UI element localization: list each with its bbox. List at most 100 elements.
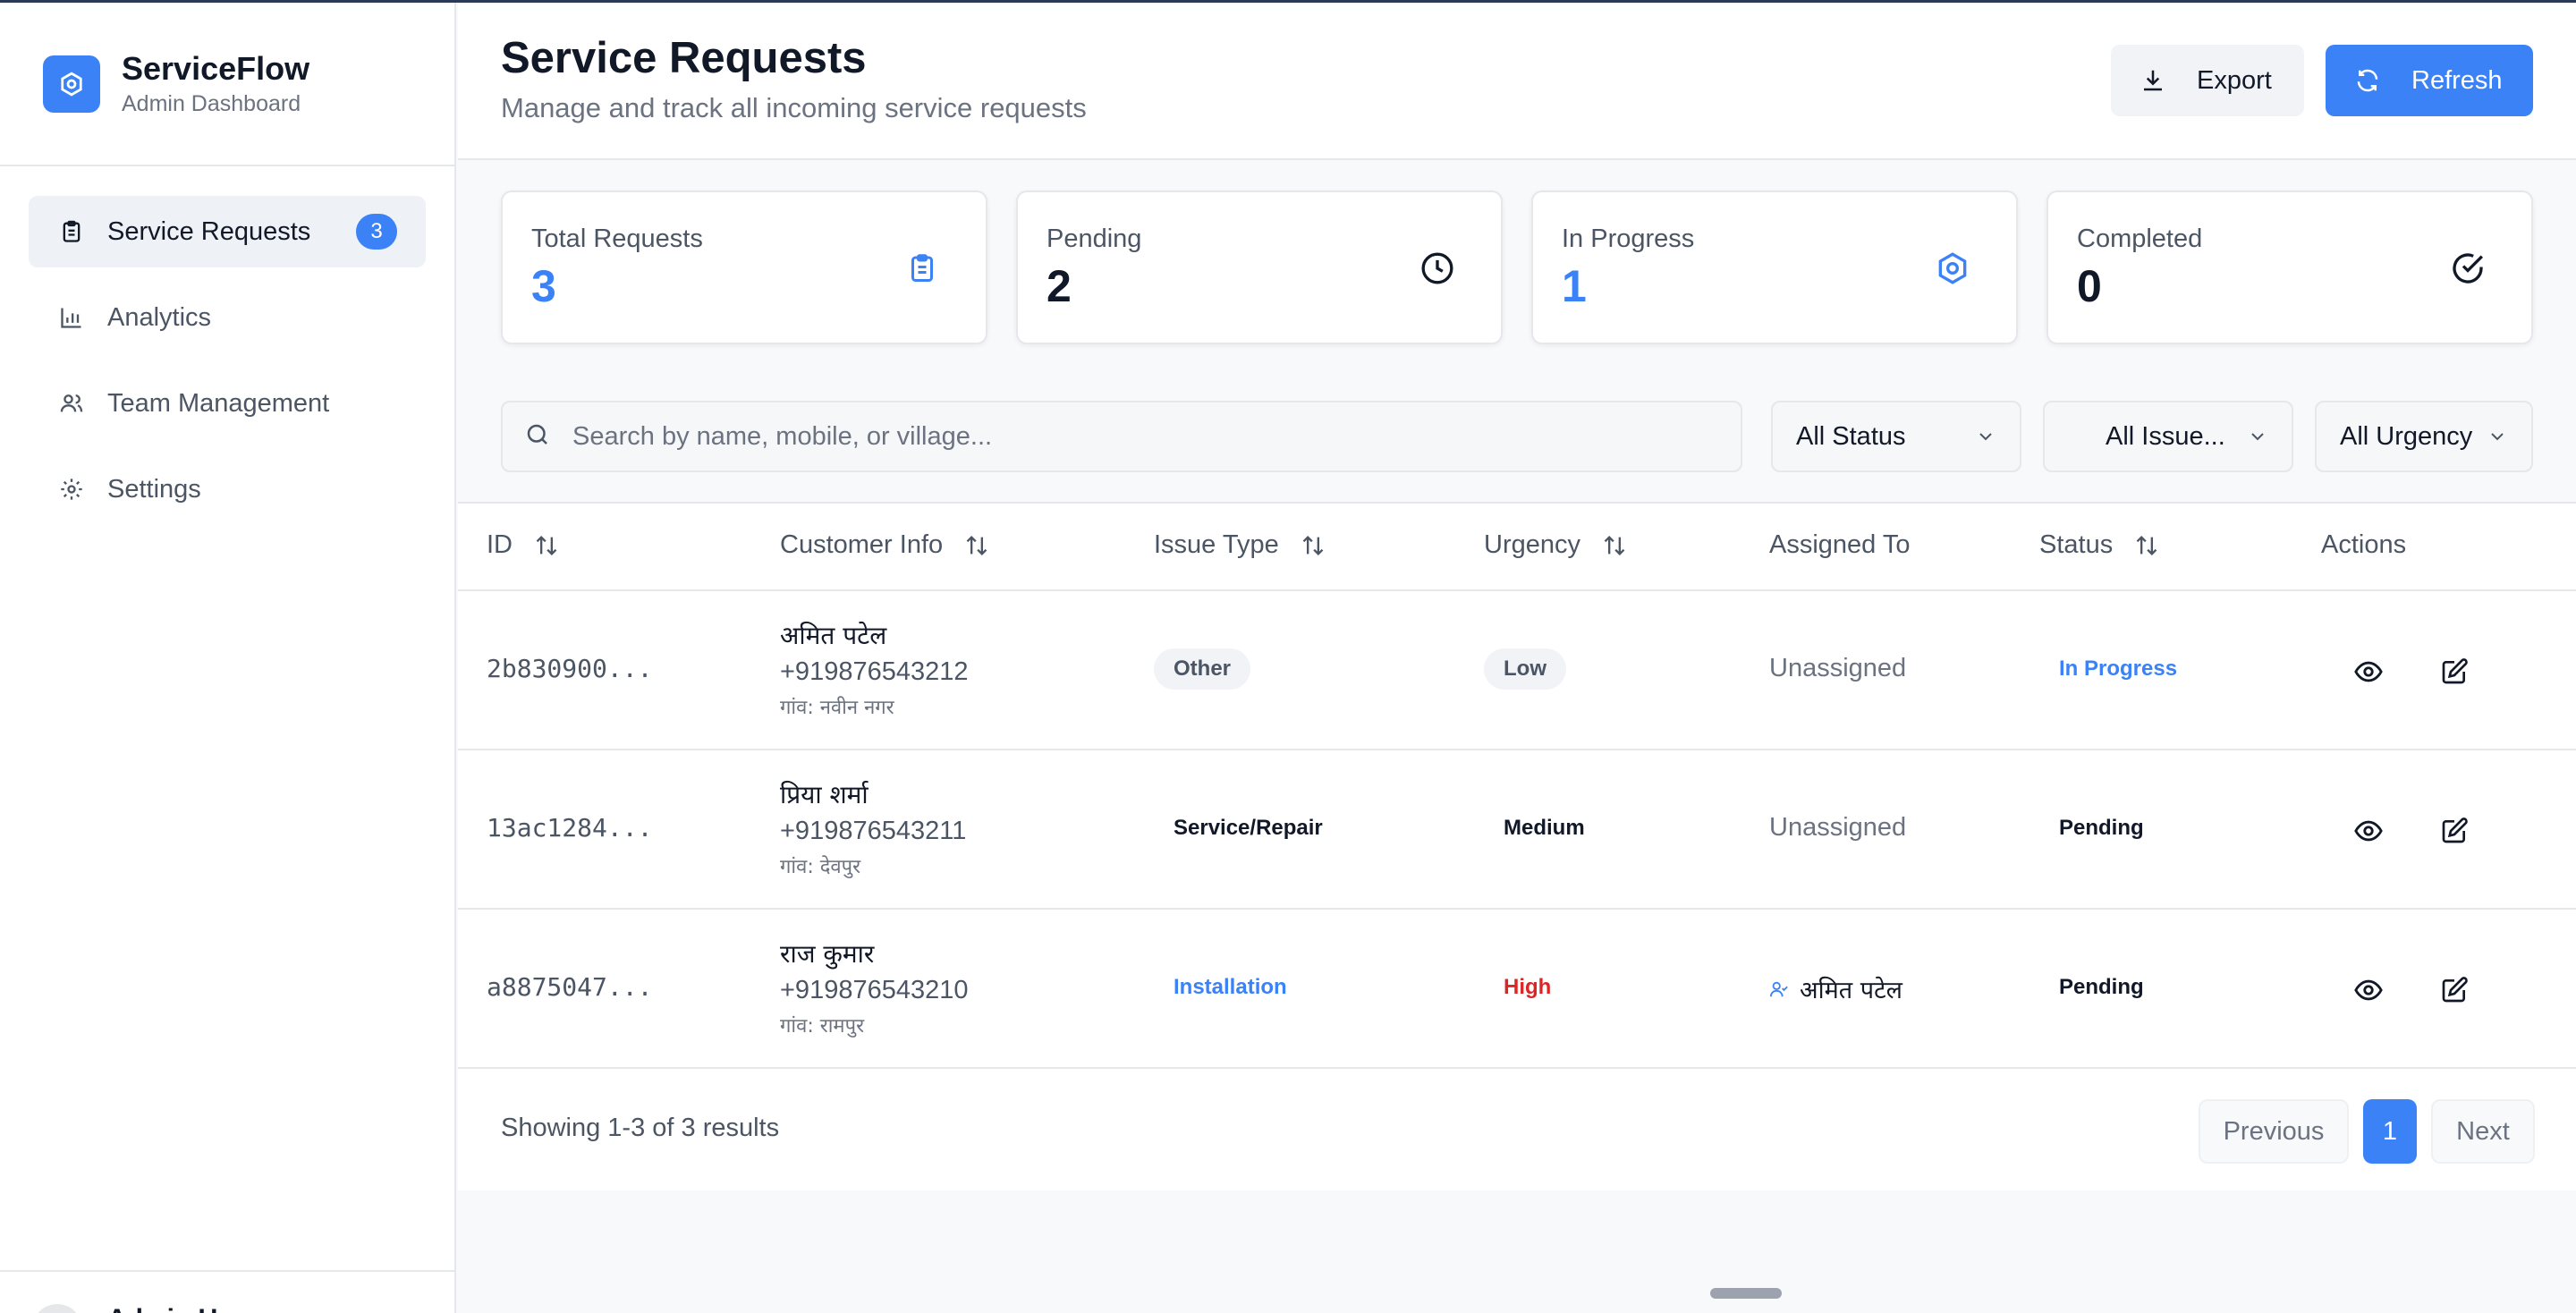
- page-title: Service Requests: [501, 34, 867, 82]
- edit-icon: [2442, 658, 2468, 684]
- clock-icon: [1419, 250, 1456, 287]
- sidebar: ServiceFlow Admin Dashboard Service Requ…: [0, 3, 456, 1313]
- assigned-label: Unassigned: [1769, 813, 1907, 842]
- view-button[interactable]: [2351, 813, 2386, 849]
- status-badge: Pending: [2059, 975, 2144, 999]
- sidebar-item-settings[interactable]: Settings: [29, 453, 426, 525]
- assigned-to: Unassigned: [1769, 813, 1906, 843]
- sidebar-item-label: Team Management: [107, 388, 330, 418]
- urgency-badge: High: [1504, 975, 1552, 999]
- view-button[interactable]: [2351, 972, 2386, 1008]
- column-header-id[interactable]: ID: [487, 530, 561, 560]
- table-row[interactable]: 2b830900... अमित पटेल +919876543212 गांव…: [458, 591, 2576, 750]
- edit-button[interactable]: [2436, 972, 2472, 1008]
- stat-card-completed: Completed 0: [2046, 191, 2533, 344]
- eye-icon: [2354, 979, 2383, 1001]
- refresh-button[interactable]: Refresh: [2326, 45, 2533, 116]
- users-icon: [57, 389, 86, 418]
- issue-type-badge: Service/Repair: [1174, 816, 1323, 840]
- sidebar-item-label: Analytics: [107, 302, 212, 332]
- chevron-down-icon: [1975, 426, 1996, 447]
- status-filter-select[interactable]: All Status: [1771, 401, 2021, 472]
- page-1-button[interactable]: 1: [2363, 1099, 2417, 1164]
- customer-name: राज कुमार: [780, 939, 875, 969]
- table-footer: Showing 1-3 of 3 results Previous 1 Next: [458, 1069, 2576, 1190]
- column-header-urgency[interactable]: Urgency: [1484, 530, 1629, 560]
- user-check-icon: [1769, 978, 1791, 1000]
- previous-page-button[interactable]: Previous: [2199, 1099, 2349, 1164]
- gear-icon: [1934, 250, 1971, 287]
- sort-icon: [964, 532, 991, 559]
- column-header-status[interactable]: Status: [2039, 530, 2161, 560]
- urgency-badge: Medium: [1504, 816, 1585, 840]
- request-id: a8875047...: [487, 972, 653, 1002]
- column-label: Issue Type: [1154, 530, 1279, 559]
- app-logo-icon: [43, 55, 100, 113]
- customer-village: गांव: देवपुर: [780, 856, 861, 878]
- column-label: Urgency: [1484, 530, 1580, 559]
- app-name: ServiceFlow: [122, 49, 310, 87]
- column-header-actions: Actions: [2321, 530, 2406, 560]
- status-filter-value: All Status: [1796, 421, 1906, 451]
- sort-icon: [534, 532, 561, 559]
- issue-filter-select[interactable]: All Issue...: [2043, 401, 2293, 472]
- refresh-icon: [2354, 66, 2383, 95]
- gear-icon: [57, 475, 86, 504]
- assigned-label: Unassigned: [1769, 654, 1907, 682]
- main-content: Service Requests Manage and track all in…: [458, 3, 2576, 1313]
- chevron-down-icon: [2487, 426, 2508, 447]
- eye-icon: [2354, 661, 2383, 682]
- search-input[interactable]: [572, 421, 1717, 452]
- sidebar-item-service-requests[interactable]: Service Requests 3: [29, 196, 426, 267]
- view-button[interactable]: [2351, 654, 2386, 690]
- edit-icon: [2442, 977, 2468, 1003]
- table-row[interactable]: a8875047... राज कुमार +919876543210 गांव…: [458, 910, 2576, 1069]
- eye-icon: [2354, 820, 2383, 842]
- bar-chart-icon: [57, 303, 86, 332]
- column-label: Assigned To: [1769, 530, 1911, 559]
- issue-filter-value: All Issue...: [2106, 421, 2225, 451]
- clipboard-icon: [57, 217, 86, 246]
- urgency-filter-value: All Urgency: [2340, 421, 2473, 451]
- issue-type-badge: Other: [1154, 648, 1251, 690]
- next-page-button[interactable]: Next: [2431, 1099, 2535, 1164]
- stat-value: 2: [1046, 261, 1072, 311]
- scroll-handle[interactable]: [1710, 1288, 1782, 1299]
- urgency-filter-select[interactable]: All Urgency: [2315, 401, 2533, 472]
- issue-type-badge: Installation: [1174, 975, 1287, 999]
- edit-button[interactable]: [2436, 654, 2472, 690]
- requests-table-panel: All Status All Issue... All Urgency: [458, 369, 2576, 1190]
- stat-label: Total Requests: [531, 224, 703, 253]
- stat-value: 3: [531, 261, 556, 311]
- column-label: Actions: [2321, 530, 2407, 559]
- search-box: [501, 401, 1742, 472]
- assigned-to: Unassigned: [1769, 654, 1906, 683]
- check-circle-icon: [2449, 250, 2487, 287]
- download-icon: [2140, 66, 2168, 95]
- column-header-customer[interactable]: Customer Info: [780, 530, 991, 560]
- stat-card-total: Total Requests 3: [501, 191, 987, 344]
- stat-label: Completed: [2077, 224, 2203, 253]
- customer-phone: +919876543211: [780, 817, 967, 845]
- edit-button[interactable]: [2436, 813, 2472, 849]
- export-button[interactable]: Export: [2111, 45, 2304, 116]
- customer-name: अमित पटेल: [780, 621, 887, 650]
- sidebar-item-label: Settings: [107, 474, 201, 504]
- table-row[interactable]: 13ac1284... प्रिया शर्मा +919876543211 ग…: [458, 750, 2576, 910]
- chevron-down-icon: [2247, 426, 2268, 447]
- requests-count-badge: 3: [356, 214, 397, 250]
- urgency-badge: Low: [1484, 648, 1566, 690]
- sort-icon: [1301, 532, 1327, 559]
- sort-icon: [2134, 532, 2161, 559]
- app-subtitle: Admin Dashboard: [122, 90, 301, 116]
- sidebar-item-analytics[interactable]: Analytics: [29, 282, 426, 353]
- sidebar-user[interactable]: Admin U...: [0, 1270, 454, 1313]
- customer-phone: +919876543212: [780, 657, 969, 686]
- customer-phone: +919876543210: [780, 976, 969, 1004]
- stat-label: Pending: [1046, 224, 1142, 253]
- sidebar-item-team-management[interactable]: Team Management: [29, 368, 426, 439]
- column-header-issue-type[interactable]: Issue Type: [1154, 530, 1327, 560]
- stats-cards: Total Requests 3 Pending 2 In Progress 1…: [501, 191, 2533, 344]
- results-summary: Showing 1-3 of 3 results: [501, 1114, 780, 1142]
- status-badge: Pending: [2059, 816, 2144, 840]
